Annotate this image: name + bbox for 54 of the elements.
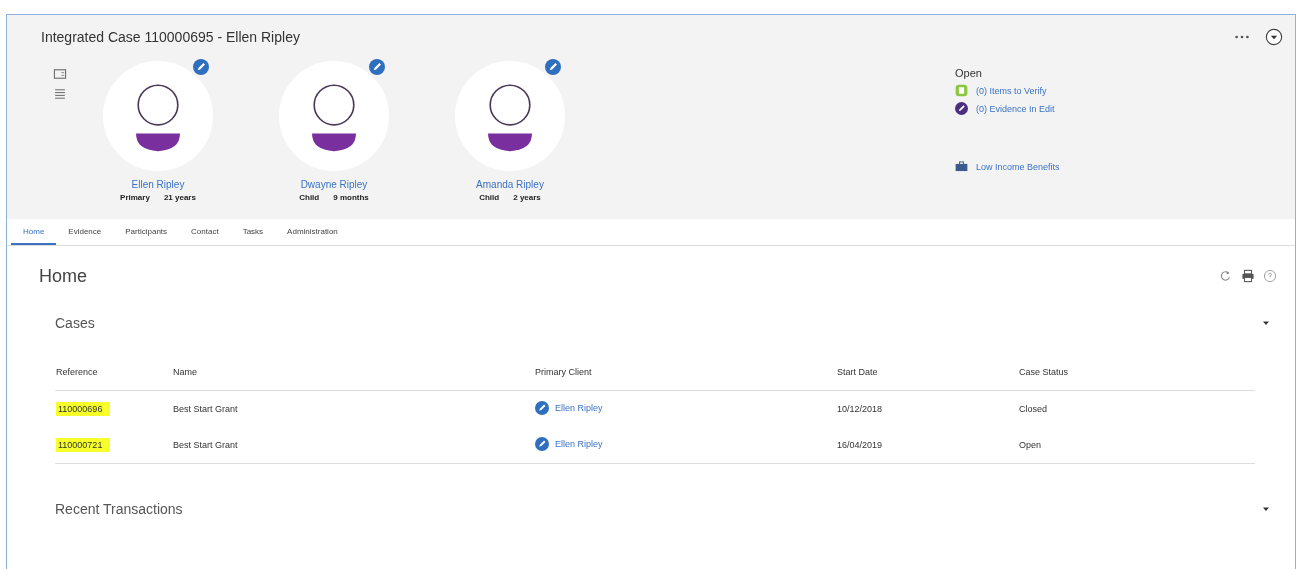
table-cell: Open (1018, 427, 1255, 464)
participant-name[interactable]: Amanda Ripley (476, 179, 544, 190)
tab[interactable]: Contact (179, 219, 231, 245)
edit-icon[interactable] (535, 437, 549, 451)
participant-role: Primary (120, 193, 150, 202)
column-header: Start Date (836, 354, 1018, 391)
participant-age: 2 years (513, 193, 541, 202)
edit-icon[interactable] (545, 59, 561, 75)
open-item-link[interactable]: (0) Items to Verify (976, 85, 1047, 96)
edit-icon[interactable] (535, 401, 549, 415)
avatar-icon (279, 61, 389, 171)
section-heading: Recent Transactions (55, 501, 184, 517)
participant-age: 21 years (163, 193, 196, 202)
dropdown-icon[interactable] (1265, 28, 1283, 46)
program-link[interactable]: Low Income Benefits (976, 161, 1060, 172)
case-reference[interactable]: 110000721 (56, 438, 111, 452)
section-title: Cases (55, 315, 96, 331)
table-cell: 16/04/2019 (836, 427, 1018, 464)
edit-icon[interactable] (193, 59, 209, 75)
open-heading: Open (955, 67, 983, 79)
tab[interactable]: Administration (275, 219, 350, 245)
table-cell: Best Start Grant (172, 390, 534, 427)
column-header: Case Status (1018, 354, 1255, 391)
tab[interactable]: Home (11, 219, 57, 245)
briefcase-icon (955, 160, 968, 173)
avatar-icon (103, 61, 213, 171)
case-reference[interactable]: 110000696 (56, 402, 111, 416)
column-header: Name (172, 354, 534, 391)
edit-icon (955, 102, 968, 115)
checklist-icon (955, 84, 968, 97)
table-cell: Best Start Grant (172, 427, 534, 464)
open-item-link[interactable]: (0) Evidence In Edit (976, 103, 1055, 114)
participant-role: Child (479, 193, 500, 202)
card-view-icon[interactable] (53, 67, 67, 81)
avatar-icon (455, 61, 565, 171)
tab[interactable]: Tasks (230, 219, 276, 245)
tab[interactable]: Participants (113, 219, 180, 245)
participant-name[interactable]: Ellen Ripley (131, 179, 185, 190)
column-header: Primary Client (534, 354, 836, 391)
list-view-icon[interactable] (53, 87, 67, 101)
table-cell: Closed (1018, 390, 1255, 427)
client-link[interactable]: Ellen Ripley (555, 439, 603, 449)
participant-age: 9 months (333, 193, 369, 202)
edit-icon[interactable] (369, 59, 385, 75)
table-cell: 10/12/2018 (836, 390, 1018, 427)
column-header: Reference (55, 354, 172, 391)
refresh-icon[interactable] (1219, 269, 1233, 283)
client-link[interactable]: Ellen Ripley (555, 403, 603, 413)
participant-role: Child (299, 193, 320, 202)
page-title: Home (39, 265, 88, 287)
window-title: Integrated Case 110000695 - Ellen Ripley (41, 29, 301, 45)
print-icon[interactable] (1241, 269, 1255, 283)
participant-name[interactable]: Dwayne Ripley (300, 179, 368, 190)
tab[interactable]: Evidence (56, 219, 114, 245)
